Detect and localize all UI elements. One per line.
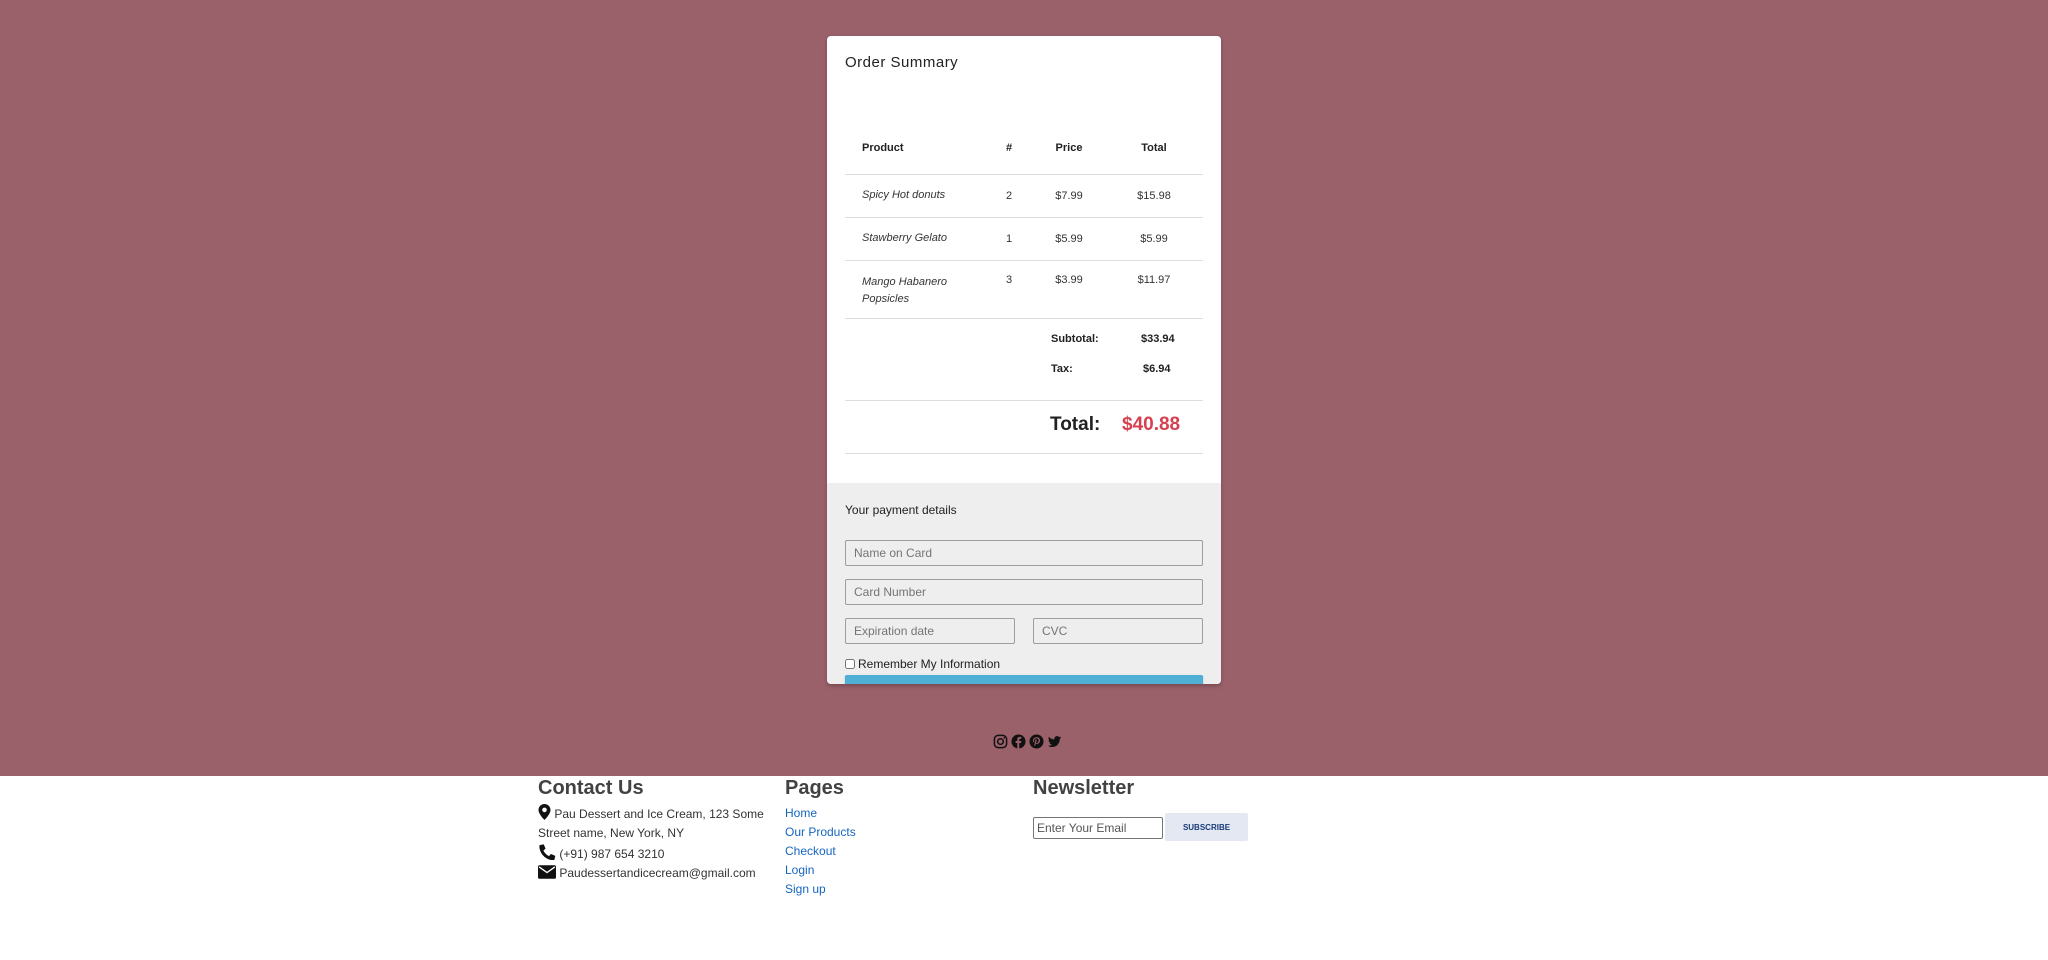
grand-total-value: $40.88 [1122,414,1181,435]
item-total: $11.97 [1105,260,1203,319]
contact-address: Pau Dessert and Ice Cream, 123 Some Stre… [538,804,768,843]
order-table: Product # Price Total Spicy Hot donuts 2… [845,122,1203,319]
map-marker-icon [538,804,551,820]
order-summary-card: Order Summary Product # Price Total Spic… [827,36,1221,684]
expiration-date-input[interactable] [845,618,1015,644]
contact-email: Paudessertandicecream@gmail.com [538,864,768,883]
item-product: Spicy Hot donuts [845,174,985,218]
hero-background: Order Summary Product # Price Total Spic… [0,0,2048,776]
social-links [993,734,1062,749]
item-total: $5.99 [1105,217,1203,261]
item-price: $7.99 [1033,174,1105,218]
item-qty: 3 [985,260,1033,319]
footer-link-sign-up[interactable]: Sign up [785,880,985,899]
remember-info-label[interactable]: Remember My Information [845,657,1000,671]
instagram-icon[interactable] [993,734,1008,749]
subscribe-button[interactable]: SUBSCRIBE [1165,813,1248,841]
contact-us-section: Contact Us Pau Dessert and Ice Cream, 12… [538,776,768,883]
newsletter-heading: Newsletter [1033,777,1135,799]
table-row: Stawberry Gelato 1 $5.99 $5.99 [845,217,1203,261]
envelope-icon [538,865,556,879]
payment-title: Your payment details [845,503,957,517]
tax-value: $6.94 [1143,363,1171,375]
grand-total-label: Total: [1050,414,1101,435]
column-header-price: Price [1033,122,1105,175]
twitter-icon[interactable] [1047,734,1062,749]
item-price: $3.99 [1033,260,1105,319]
column-header-product: Product [845,122,985,175]
footer-link-our-products[interactable]: Our Products [785,823,985,842]
pages-heading: Pages [785,777,844,799]
column-header-total: Total [1105,122,1203,175]
footer-link-home[interactable]: Home [785,804,985,823]
contact-phone-text: (+91) 987 654 3210 [559,847,665,861]
contact-us-heading: Contact Us [538,777,644,799]
newsletter-section: Newsletter SUBSCRIBE [1033,776,1263,866]
newsletter-email-input[interactable] [1033,817,1163,839]
grand-total-block: Total: $40.88 [845,402,1203,454]
order-summary-title: Order Summary [845,54,959,71]
item-qty: 2 [985,174,1033,218]
contact-address-text: Pau Dessert and Ice Cream, 123 Some Stre… [538,807,764,840]
place-order-button[interactable]: PLACE ORDER [845,675,1203,684]
phone-icon [539,844,556,861]
subtotal-value: $33.94 [1141,333,1175,345]
pinterest-icon[interactable] [1029,734,1044,749]
payment-section: Your payment details Remember My Informa… [827,483,1221,684]
table-row: Mango Habanero Popsicles 3 $3.99 $11.97 [845,260,1203,319]
item-product: Stawberry Gelato [845,217,985,261]
item-qty: 1 [985,217,1033,261]
table-header-row: Product # Price Total [845,122,1203,175]
totals-block: Subtotal: $33.94 Tax: $6.94 [845,318,1203,401]
item-price: $5.99 [1033,217,1105,261]
remember-info-checkbox[interactable] [845,659,855,669]
footer-link-login[interactable]: Login [785,861,985,880]
footer-link-checkout[interactable]: Checkout [785,842,985,861]
item-total: $15.98 [1105,174,1203,218]
name-on-card-input[interactable] [845,540,1203,566]
contact-email-text: Paudessertandicecream@gmail.com [559,866,756,880]
facebook-icon[interactable] [1011,734,1026,749]
item-product: Mango Habanero Popsicles [845,260,985,319]
pages-section: Pages Home Our Products Checkout Login S… [785,776,985,899]
cvc-input[interactable] [1033,618,1203,644]
table-row: Spicy Hot donuts 2 $7.99 $15.98 [845,174,1203,218]
card-number-input[interactable] [845,579,1203,605]
subtotal-label: Subtotal: [1051,333,1099,345]
contact-phone: (+91) 987 654 3210 [538,843,768,864]
column-header-qty: # [985,122,1033,175]
tax-label: Tax: [1051,363,1073,375]
remember-info-text: Remember My Information [858,657,1001,671]
